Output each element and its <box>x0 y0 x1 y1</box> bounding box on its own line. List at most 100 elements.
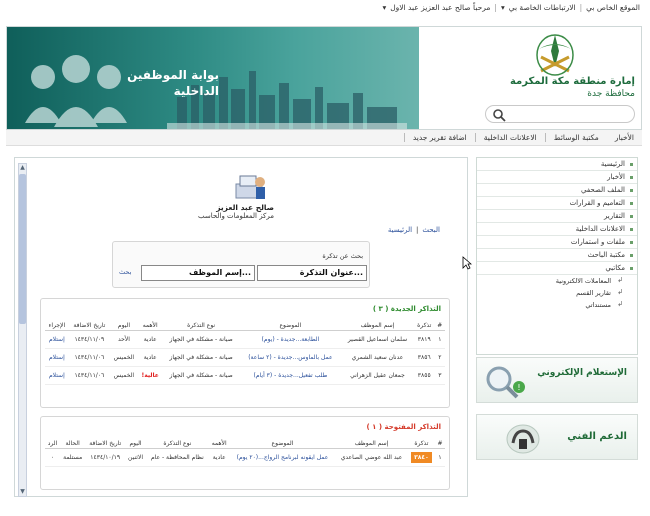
ticket-date: ١٤٣٤/١٠/١٩ <box>85 448 126 467</box>
sidebar-subitem[interactable]: ↲ المعاملات الالكترونية <box>477 275 637 287</box>
column-header: تذكرة <box>407 439 436 449</box>
search-icon[interactable] <box>492 108 506 122</box>
profile-dept: مركز المعلومات والحاسب <box>197 212 274 220</box>
ticket-search-panel: بحث عن تذكرة عنوان التذكرة... إسم الموظف… <box>112 241 370 288</box>
magnifier-icon: ! <box>486 366 525 399</box>
receive-link[interactable]: إستلام <box>45 366 69 385</box>
row-index: ٢ <box>434 348 445 367</box>
search-button[interactable]: بحث <box>119 268 131 276</box>
separator: | <box>416 226 419 234</box>
sidebar: الرئيسية الأخبار الملف الصحفي التعاميم و… <box>476 157 638 355</box>
ticket-number: ٣٨٥٦ <box>413 348 435 367</box>
nav-item-media[interactable]: مكتبة الوسائط <box>544 133 607 142</box>
ticket-type: صيانة - مشكلة في الجهاز <box>162 330 240 349</box>
site-header: بوابة الموظفين الداخلية إمارة منطقة مكة … <box>6 26 642 130</box>
sidebar-subitem-label: المعاملات الالكترونية <box>555 277 611 285</box>
ticket-type: نظام المحافظة - عام <box>145 448 209 467</box>
sidebar-item-reports[interactable]: التقارير <box>477 210 637 223</box>
new-tickets-panel: التذاكر الجديدة ( ٣ ) # تذكرة إسم الموظف… <box>40 298 450 408</box>
sidebar-item-home[interactable]: الرئيسية <box>477 158 637 171</box>
employee-name: عبد الله عوضي الصاعدي <box>335 448 408 467</box>
tech-support-title: الدعم الفني <box>567 431 627 442</box>
links-menu[interactable]: الارتباطات الخاصة بي <box>509 3 576 12</box>
column-header: اليوم <box>125 439 146 449</box>
receive-link[interactable]: إستلام <box>45 348 69 367</box>
table-row[interactable]: ١ ٣٨٤٠ عبد الله عوضي الصاعدي عمل ايقونه … <box>45 448 445 467</box>
ticket-number-badge: ٣٨٤٠ <box>411 452 432 463</box>
column-header: نوع التذكرة <box>145 439 209 449</box>
main-nav: الأخبار مكتبة الوسائط الاعلانات الداخلية… <box>6 130 642 146</box>
my-site-link[interactable]: الموقع الخاص بي <box>586 3 640 12</box>
ticket-day: الخميس <box>109 366 138 385</box>
new-tickets-title: التذاكر الجديدة ( ٣ ) <box>372 305 441 313</box>
portal-title: بوابة الموظفين الداخلية <box>127 67 219 99</box>
column-header: الأهمه <box>137 321 163 331</box>
open-tickets-title: التذاكر المفتوحة ( ١ ) <box>366 423 441 431</box>
column-header: الموضوع <box>229 439 336 449</box>
ticket-status: مستلمة <box>59 448 86 467</box>
table-row[interactable]: ١ ٣٨١٩ سلمان اسماعيل القصير الطابعة...جد… <box>45 330 445 349</box>
column-header: تاريخ الاضافة <box>85 439 126 449</box>
e-inquiry-title: الإستعلام الإلكتروني <box>537 368 627 378</box>
column-header: # <box>435 439 445 449</box>
sidebar-item-internal-ads[interactable]: الاعلانات الداخلية <box>477 223 637 236</box>
nav-item-add-report[interactable]: اضافة تقرير جديد <box>403 133 475 142</box>
table-header-row: # تذكرة إسم الموظف الموضوع الأهمه نوع ال… <box>45 439 445 449</box>
chevron-down-icon[interactable]: ▾ <box>382 3 386 12</box>
scroll-up-icon[interactable]: ▲ <box>19 164 26 172</box>
sidebar-item-my-offices[interactable]: مكاتبي <box>477 262 637 275</box>
ticket-subject-link[interactable]: طلب تفعيل...جديدة - (٣ أيام) <box>239 366 342 385</box>
employee-name: جمعان عقيل الزهراني <box>341 366 414 385</box>
site-search-input[interactable] <box>485 105 635 123</box>
open-tickets-table: # تذكرة إسم الموظف الموضوع الأهمه نوع ال… <box>45 439 445 467</box>
subitem-arrow-icon: ↲ <box>617 300 623 308</box>
column-header: اليوم <box>109 321 138 331</box>
column-header: الموضوع <box>239 321 342 331</box>
employee-name-input[interactable]: إسم الموظف... <box>141 265 255 281</box>
profile-name: صالح عبد العزيز <box>216 203 274 212</box>
scroll-thumb[interactable] <box>19 174 26 324</box>
user-greeting-menu[interactable]: مرحباً صالح عبد العزيز عبد الاول <box>390 3 490 12</box>
svg-text:!: ! <box>517 383 520 392</box>
ticket-reply-count: ٠ <box>45 448 60 467</box>
column-header: تاريخ الاضافة <box>68 321 110 331</box>
nav-item-news[interactable]: الأخبار <box>607 133 642 142</box>
receive-link[interactable]: إستلام <box>45 330 69 349</box>
table-row[interactable]: ٣ ٣٨٥٥ جمعان عقيل الزهراني طلب تفعيل...ج… <box>45 366 445 385</box>
support-phone-icon <box>506 424 540 454</box>
column-header: # <box>434 321 445 331</box>
sidebar-subitem[interactable]: ↲ تقارير القسم <box>477 287 637 299</box>
row-index: ١ <box>435 448 445 467</box>
nav-item-ads[interactable]: الاعلانات الداخلية <box>474 133 545 142</box>
people-icon <box>25 55 127 127</box>
scrollbar[interactable]: ▲ ▼ <box>18 163 27 497</box>
chevron-down-icon[interactable]: ▾ <box>501 3 505 12</box>
e-inquiry-banner[interactable]: ! الإستعلام الإلكتروني <box>476 357 638 403</box>
breadcrumb: البحث| الرئيسية <box>330 226 440 234</box>
tech-support-banner[interactable]: الدعم الفني <box>476 414 638 460</box>
table-header-row: # تذكرة إسم الموظف الموضوع نوع التذكرة ا… <box>45 321 445 331</box>
sidebar-item-press[interactable]: الملف الصحفي <box>477 184 637 197</box>
column-header: الحالة <box>59 439 86 449</box>
sidebar-item-news[interactable]: الأخبار <box>477 171 637 184</box>
ticket-date: ١٤٣٤/١١/٠٩ <box>68 330 110 349</box>
breadcrumb-search[interactable]: البحث <box>422 226 440 234</box>
logo-area: إمارة منطقة مكة المكرمة محافظة جدة <box>419 27 641 129</box>
table-row[interactable]: ٢ ٣٨٥٦ عدنان سعيد الشمري عمل بالماوس...ج… <box>45 348 445 367</box>
breadcrumb-home[interactable]: الرئيسية <box>388 226 412 234</box>
sidebar-item-forms[interactable]: ملفات و استمارات <box>477 236 637 249</box>
ticket-subject-link[interactable]: عمل ايقونه لبرنامج الرواج...(٢٠ يوم) <box>229 448 336 467</box>
open-tickets-panel: التذاكر المفتوحة ( ١ ) # تذكرة إسم الموظ… <box>40 416 450 490</box>
column-header: الرد <box>45 439 60 449</box>
ticket-subject-link[interactable]: عمل بالماوس...جديدة - (٢ ساعة) <box>239 348 342 367</box>
sidebar-subitem[interactable]: ↲ مستنداتي <box>477 299 637 311</box>
ticket-subject-link[interactable]: الطابعة...جديدة - (يوم) <box>239 330 342 349</box>
sidebar-item-library[interactable]: مكتبة الباحث <box>477 249 637 262</box>
emblem-icon <box>536 34 574 76</box>
ticket-type: صيانة - مشكلة في الجهاز <box>162 366 240 385</box>
sidebar-item-circulars[interactable]: التعاميم و القرارات <box>477 197 637 210</box>
employee-name: سلمان اسماعيل القصير <box>341 330 414 349</box>
column-header: الأهمه <box>208 439 230 449</box>
ticket-title-input[interactable]: عنوان التذكرة... <box>257 265 367 281</box>
scroll-down-icon[interactable]: ▼ <box>19 488 26 496</box>
